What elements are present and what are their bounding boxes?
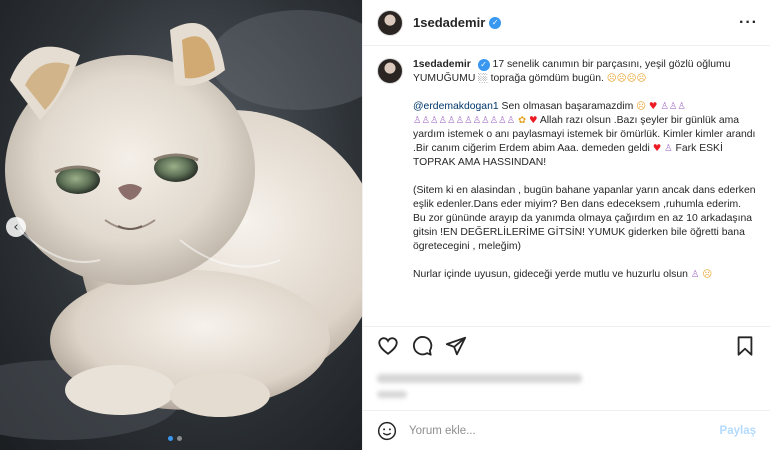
share-icon[interactable]: [445, 335, 467, 357]
action-bar: [363, 326, 770, 364]
smiley-icon[interactable]: [377, 421, 397, 441]
post-photo[interactable]: ‹: [0, 0, 362, 450]
heart-emoji-icon: ♥: [648, 101, 658, 112]
cat-photo: [0, 10, 362, 440]
caption-paragraph: (Sitem ki en alasindan , bugün bahane ya…: [413, 185, 756, 252]
verified-badge-icon: ✓: [477, 59, 490, 71]
emoji-icon: 🏼: [478, 73, 488, 84]
caption-paragraph: 1sedademir ✓ 17 senelik canımın bir parç…: [413, 58, 756, 86]
caption-paragraph: Nurlar içinde uyusun, gideceği yerde mut…: [413, 268, 756, 282]
likes-summary-blurred: [363, 364, 770, 410]
mention-link[interactable]: @erdemakdogan1: [413, 101, 499, 112]
bookmark-icon[interactable]: [734, 335, 756, 357]
caption-username[interactable]: 1sedademir: [413, 59, 471, 70]
caption-avatar[interactable]: [377, 58, 403, 84]
caption-paragraph: @erdemakdogan1 Sen olmasan başaramazdim …: [413, 100, 756, 170]
caption-line: Nurlar içinde uyusun, gideceği yerde mut…: [413, 269, 688, 280]
sad-face-emoji-icon: ☹: [702, 269, 713, 280]
post-comment-button[interactable]: Paylaş: [720, 425, 756, 437]
person-emoji-icon: ♙: [664, 143, 673, 154]
person-emoji-icon: ♙: [690, 269, 700, 280]
comment-icon[interactable]: [411, 335, 433, 357]
carousel-dot: [168, 436, 173, 441]
carousel-prev-button[interactable]: ‹: [6, 217, 26, 237]
more-options-icon[interactable]: ···: [739, 14, 758, 32]
author-username[interactable]: 1sedademir: [413, 15, 485, 30]
verified-badge-icon: ✓: [489, 16, 502, 29]
sad-face-emoji-icon: ☹☹☹: [606, 73, 637, 84]
blurred-timestamp: [377, 391, 407, 398]
carousel-indicator: [168, 436, 182, 441]
caption-area: 1sedademir ✓ 17 senelik canımın bir parç…: [363, 46, 770, 326]
person-emoji-icon: ♙♙♙: [660, 101, 686, 112]
heart-emoji-icon: ♥: [528, 115, 538, 126]
sad-face-emoji-icon: ☹: [636, 101, 647, 112]
heart-outline-icon[interactable]: [377, 335, 399, 357]
person-emoji-icon: ♙♙♙♙♙♙♙♙♙♙♙♙: [413, 115, 516, 126]
caption-line: toprağa gömdüm bugün.: [490, 73, 604, 84]
caption-line: Sen olmasan başaramazdim: [501, 101, 634, 112]
heart-emoji-icon: ♥: [652, 143, 662, 154]
sad-face-emoji-icon: ☹: [636, 73, 647, 84]
sunflower-emoji-icon: ✿: [518, 115, 527, 126]
carousel-dot: [177, 436, 182, 441]
instagram-post: ‹ 1sedademir ✓ ··· 1sedademir ✓ 17 senel…: [0, 0, 770, 450]
post-panel: 1sedademir ✓ ··· 1sedademir ✓ 17 senelik…: [362, 0, 770, 450]
comment-input[interactable]: [409, 424, 720, 437]
post-header: 1sedademir ✓ ···: [363, 0, 770, 46]
blurred-likes-text: [377, 374, 582, 383]
avatar[interactable]: [377, 9, 403, 36]
caption-text: 1sedademir ✓ 17 senelik canımın bir parç…: [413, 58, 756, 326]
comment-bar: Paylaş: [363, 410, 770, 450]
chevron-left-icon: ‹: [13, 219, 19, 235]
